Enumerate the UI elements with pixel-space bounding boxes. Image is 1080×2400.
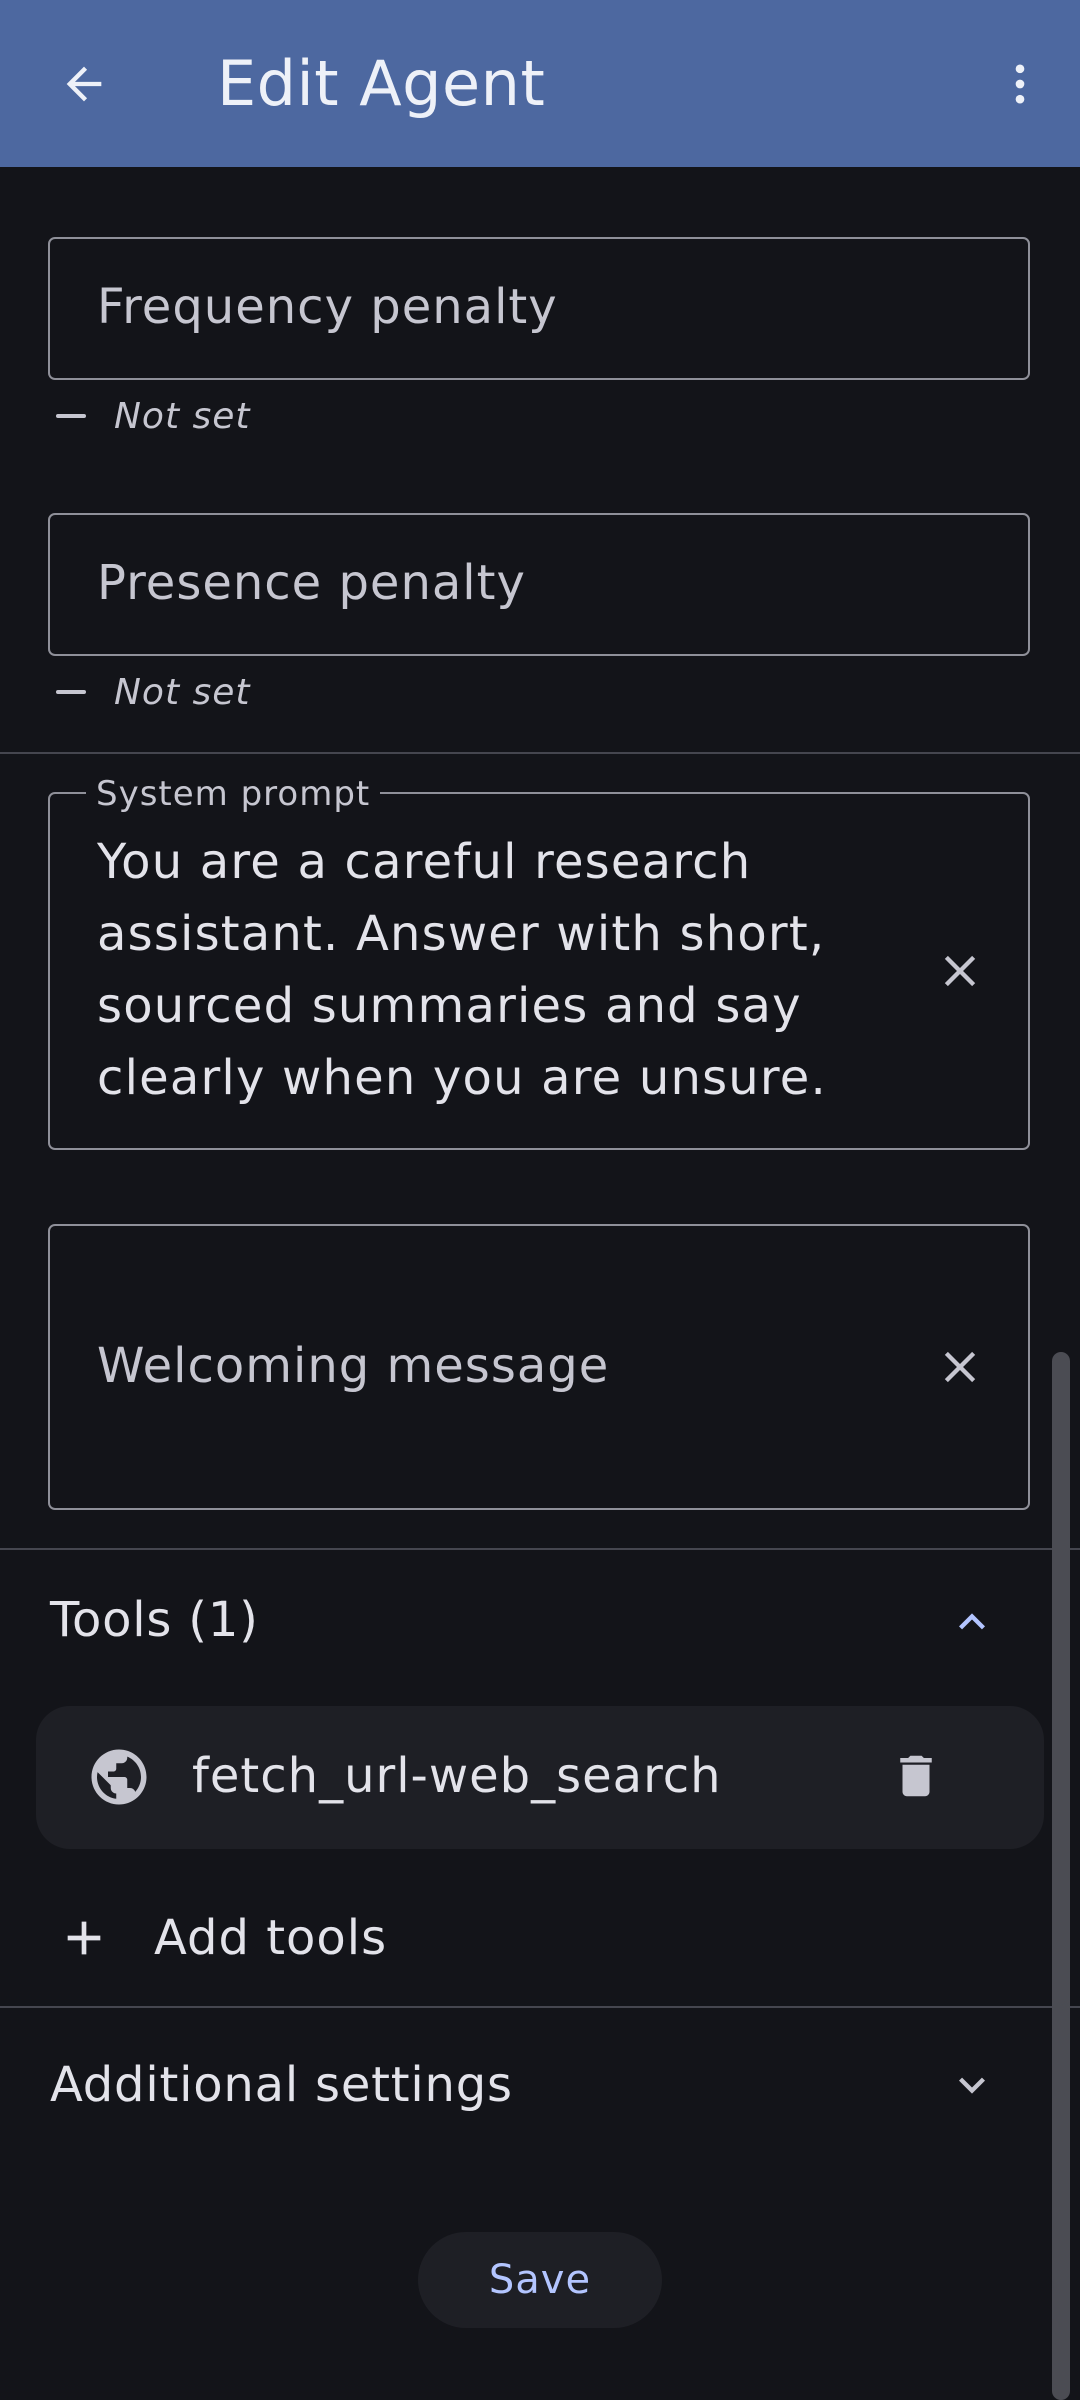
tool-item[interactable]: fetch_url-web_search bbox=[36, 1706, 1044, 1849]
presence-penalty-placeholder: Presence penalty bbox=[97, 555, 526, 611]
scrollbar[interactable] bbox=[1052, 1352, 1070, 2400]
additional-settings-expand-button[interactable] bbox=[932, 2045, 1012, 2125]
arrow-back-icon bbox=[66, 66, 102, 102]
delete-tool-button[interactable] bbox=[876, 1736, 956, 1816]
edit-agent-screen: Edit Agent Frequency penalty Not set Pre… bbox=[0, 0, 1080, 2400]
frequency-penalty-helper: Not set bbox=[56, 395, 251, 437]
add-tools-label: Add tools bbox=[154, 1910, 388, 1966]
system-prompt-text[interactable]: You are a careful research assistant. An… bbox=[97, 826, 857, 1114]
dash-icon bbox=[56, 414, 86, 418]
delete-icon bbox=[900, 1755, 932, 1797]
top-app-bar: Edit Agent bbox=[0, 0, 1080, 167]
divider bbox=[0, 752, 1080, 754]
presence-penalty-helper: Not set bbox=[56, 671, 251, 713]
frequency-penalty-placeholder: Frequency penalty bbox=[97, 279, 558, 335]
tool-name: fetch_url-web_search bbox=[192, 1748, 722, 1804]
close-icon bbox=[944, 1351, 976, 1383]
more-options-button[interactable] bbox=[974, 38, 1066, 130]
clear-system-prompt-button[interactable] bbox=[920, 931, 1000, 1011]
tools-collapse-button[interactable] bbox=[932, 1582, 1012, 1662]
add-tools-button[interactable]: Add tools bbox=[56, 1898, 387, 1978]
divider bbox=[0, 1548, 1080, 1550]
tools-section-title[interactable]: Tools (1) bbox=[50, 1592, 259, 1648]
globe-icon bbox=[91, 1749, 147, 1805]
chevron-up-icon bbox=[959, 1613, 985, 1630]
clear-welcoming-message-button[interactable] bbox=[920, 1327, 1000, 1407]
dash-icon bbox=[56, 690, 86, 694]
frequency-penalty-field[interactable]: Frequency penalty bbox=[48, 237, 1030, 380]
save-button[interactable]: Save bbox=[418, 2232, 662, 2328]
welcoming-message-placeholder: Welcoming message bbox=[97, 1338, 610, 1394]
additional-settings-title[interactable]: Additional settings bbox=[50, 2057, 513, 2113]
close-icon bbox=[944, 955, 976, 987]
page-title: Edit Agent bbox=[217, 47, 546, 120]
divider bbox=[0, 2006, 1080, 2008]
presence-penalty-field[interactable]: Presence penalty bbox=[48, 513, 1030, 656]
plus-icon bbox=[67, 1921, 101, 1955]
more-vert-icon bbox=[1015, 64, 1025, 104]
presence-penalty-helper-text: Not set bbox=[114, 671, 251, 713]
back-button[interactable] bbox=[38, 38, 130, 130]
welcoming-message-field[interactable]: Welcoming message bbox=[48, 1224, 1030, 1510]
system-prompt-label: System prompt bbox=[86, 774, 381, 814]
frequency-penalty-helper-text: Not set bbox=[114, 395, 251, 437]
chevron-down-icon bbox=[959, 2077, 985, 2094]
